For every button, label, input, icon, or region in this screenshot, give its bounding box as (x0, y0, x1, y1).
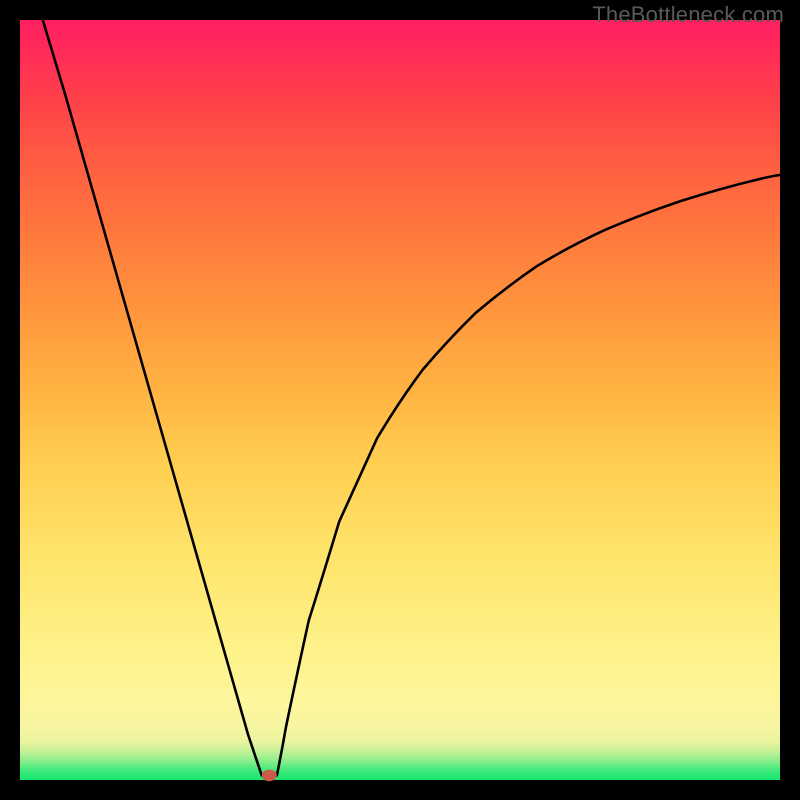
chart-curve-layer (20, 20, 780, 780)
chart-plot-area (20, 20, 780, 780)
curve-left-branch (43, 20, 262, 775)
curve-right-branch (277, 175, 780, 775)
curve-min-marker (262, 770, 277, 782)
watermark-text: TheBottleneck.com (592, 2, 784, 28)
chart-frame (20, 20, 780, 780)
